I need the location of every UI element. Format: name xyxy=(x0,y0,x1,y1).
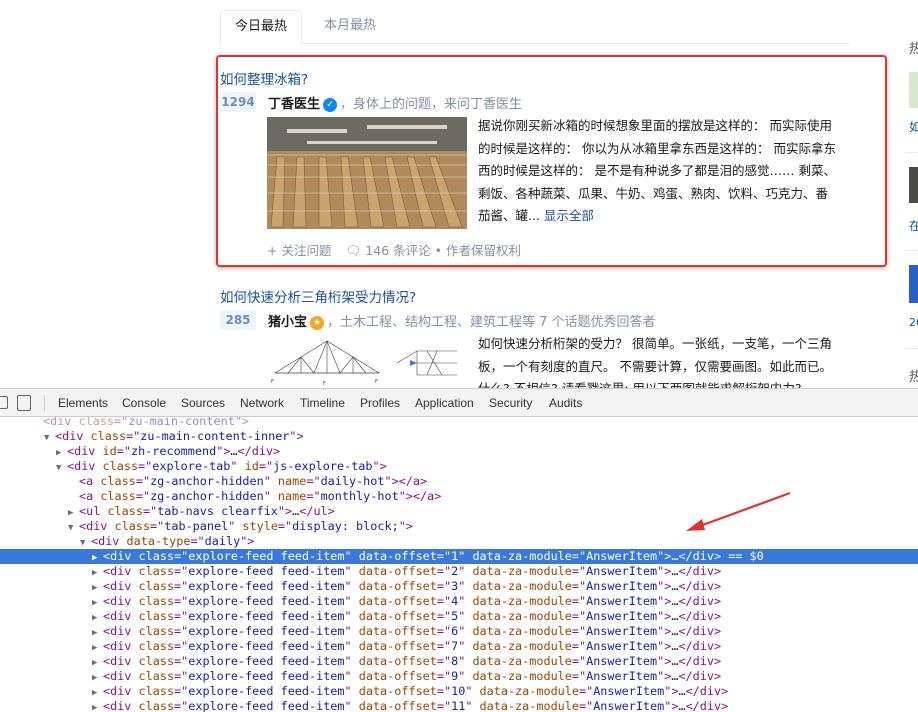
excerpt-line: 什么? 不相信? 请看戳这里: 用以下两图就能求解桁架内力? xyxy=(478,378,832,388)
excerpt-line: 板，一个有刻度的直尺。 不需要计算，仅需要画图。如此而已。 xyxy=(478,358,832,374)
sidebar-divider xyxy=(905,152,918,153)
sidebar-link[interactable]: 在 xyxy=(909,217,918,234)
excerpt-line: 如何快速分析桁架的受力？ 很简单。一张纸，一支笔，一个三角 xyxy=(478,336,832,351)
sidebar-link[interactable]: 如 xyxy=(909,118,918,135)
answer-excerpt[interactable]: 如何快速分析桁架的受力？ 很简单。一张纸，一支笔，一个三角 板，一个有刻度的直尺… xyxy=(478,333,832,388)
sidebar-heading: 热 xyxy=(909,370,918,385)
feed-tabs: 今日最热 本月最热 xyxy=(220,10,850,45)
truss-diagram-thumbnail[interactable]: FFF xyxy=(267,333,467,388)
annotation-highlight-box xyxy=(216,55,887,267)
svg-text:F: F xyxy=(271,379,274,385)
sidebar-link[interactable]: 20 xyxy=(909,316,918,329)
tab-daily-hot[interactable]: 今日最热 xyxy=(220,10,303,45)
author-bio: ，土木工程、结构工程、建筑工程等 7 个话题优秀回答者 xyxy=(327,315,656,330)
svg-text:F: F xyxy=(323,381,326,387)
sidebar-thumb[interactable] xyxy=(909,72,918,108)
devtools-panel: Elements Console Sources Network Timelin… xyxy=(0,388,918,712)
author-line: 猪小宝 ★ ，土木工程、结构工程、建筑工程等 7 个话题优秀回答者 xyxy=(268,311,656,330)
sidebar-divider xyxy=(905,348,918,349)
svg-text:F: F xyxy=(375,379,378,385)
sidebar-heading: 热 xyxy=(909,42,918,57)
sidebar-thumb[interactable] xyxy=(909,265,918,303)
author-name[interactable]: 猪小宝 xyxy=(268,315,307,330)
vote-count[interactable]: 285 xyxy=(220,310,256,330)
sidebar-divider xyxy=(905,250,918,251)
right-sidebar-edge: 热 如 在 20 热 xyxy=(905,0,918,388)
annotation-arrow xyxy=(686,491,791,531)
star-badge-icon: ★ xyxy=(310,316,325,330)
page-content: 今日最热 本月最热 如何整理冰箱? 1294 丁香医生 ✓ ，身体上的问题，来问丁香… xyxy=(0,0,918,388)
sidebar-thumb[interactable] xyxy=(909,167,918,203)
tab-monthly-hot[interactable]: 本月最热 xyxy=(310,10,390,45)
question-title[interactable]: 如何快速分析三角桁架受力情况? xyxy=(220,286,416,306)
